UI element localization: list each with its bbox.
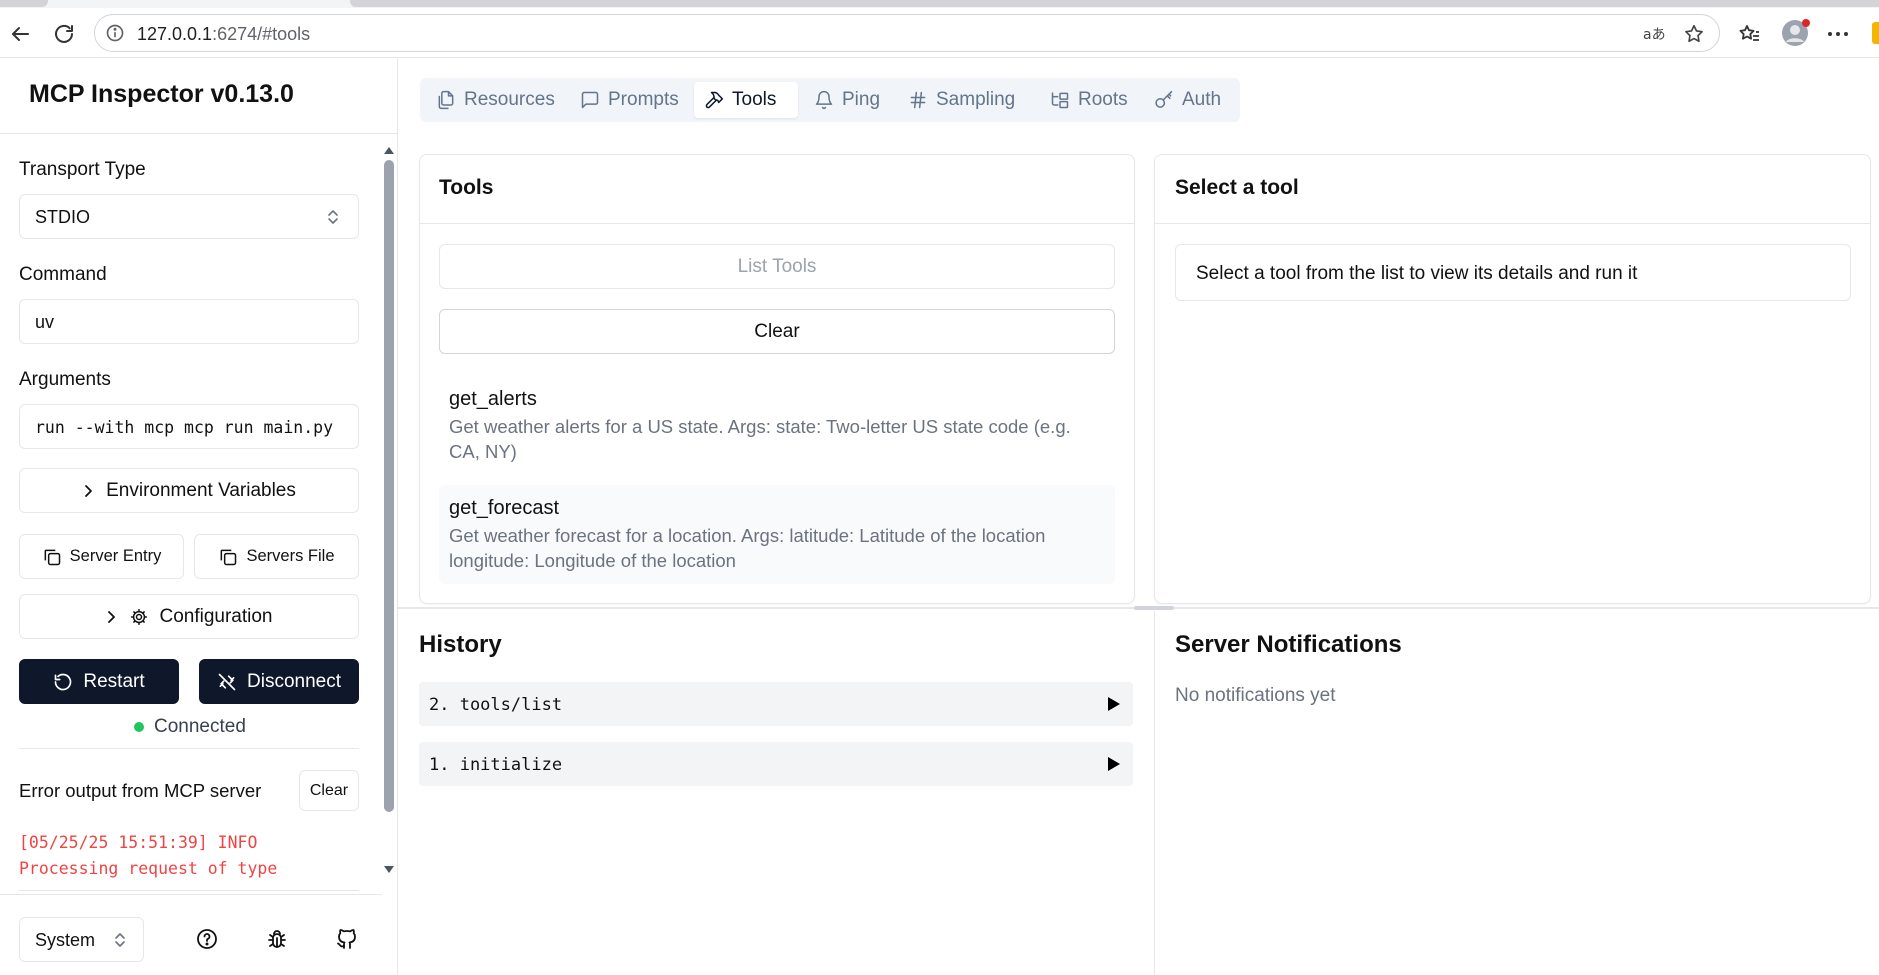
tools-card-title: Tools [439,176,494,199]
status-dot [134,722,144,732]
url-text: 127.0.0.1:6274/#tools [137,24,311,44]
tool-detail-message-box: Select a tool from the list to view its … [1175,244,1851,301]
svg-text:aあ: aあ [1643,27,1665,43]
tool-description: Get weather forecast for a location. Arg… [449,525,1046,571]
error-output-text: [05/25/25 15:51:39] INFO Processing requ… [19,833,278,878]
scroll-up-icon[interactable] [382,144,396,156]
gear-icon [131,608,148,625]
sidebar-divider [19,748,359,749]
sidebar-header: MCP Inspector v0.13.0 [0,58,397,134]
restart-button[interactable]: Restart [19,659,179,704]
error-output-label: Error output from MCP server [19,780,262,801]
tab-ping[interactable]: Ping [804,82,890,118]
message-square-icon [581,91,599,109]
transport-type-select[interactable]: STDIO [19,194,359,239]
tool-name: get_forecast [449,497,560,519]
reload-icon[interactable] [50,20,78,48]
app-title: MCP Inspector v0.13.0 [29,80,294,108]
tool-list-item[interactable]: get_forecast Get weather forecast for a … [439,485,1115,584]
help-circle-icon[interactable] [195,927,219,951]
tool-detail-title: Select a tool [1175,176,1299,199]
tab-auth[interactable]: Auth [1144,82,1231,118]
card-divider [420,223,1134,224]
list-tools-button[interactable]: List Tools [439,244,1115,289]
github-icon[interactable] [335,927,359,951]
bug-icon[interactable] [265,927,289,951]
notifications-empty-text: No notifications yet [1175,685,1336,706]
browser-tab[interactable] [0,0,48,7]
transport-type-label: Transport Type [19,159,146,180]
arguments-input[interactable]: run --with mcp mcp run main.py [19,404,359,449]
tab-resources[interactable]: Resources [426,82,565,118]
more-options-icon[interactable] [1826,24,1850,44]
scroll-down-icon[interactable] [382,864,396,876]
extension-icon[interactable] [1872,22,1879,44]
chevrons-up-down-icon [113,931,127,949]
command-label: Command [19,264,107,285]
files-icon [438,90,454,110]
sidebar-scrollbar[interactable] [382,140,396,880]
expand-arrow-icon[interactable] [1107,696,1121,712]
arguments-label: Arguments [19,369,111,390]
tool-detail-message: Select a tool from the list to view its … [1196,263,1638,284]
tool-description: Get weather alerts for a US state. Args:… [449,416,1071,462]
chevron-right-icon [108,610,116,623]
card-divider [1155,223,1870,224]
favorites-icon[interactable] [1737,22,1761,46]
configuration-button[interactable]: Configuration [19,594,359,639]
history-title: History [419,631,502,658]
sidebar-footer-divider [0,894,382,895]
chevrons-up-down-icon [326,208,340,226]
history-item[interactable]: 2. tools/list [419,682,1133,726]
history-item[interactable]: 1. initialize [419,742,1133,786]
copy-icon [221,549,237,565]
sidebar-divider [19,890,359,891]
chevron-right-icon [85,484,93,497]
hash-icon [910,91,926,109]
clear-error-button[interactable]: Clear [299,770,359,811]
browser-tab-bar [350,0,1879,7]
browser-tab-strip [0,0,1879,8]
connection-status: Connected [134,716,246,738]
disconnect-button[interactable]: Disconnect [199,659,359,704]
copy-icon [44,549,60,565]
server-entry-button[interactable]: Server Entry [19,534,184,579]
tab-prompts[interactable]: Prompts [570,82,689,118]
folder-tree-icon [1051,92,1069,109]
site-info-icon[interactable] [105,23,125,43]
environment-variables-button[interactable]: Environment Variables [19,468,359,513]
main-tabs: Resources Prompts Tools Ping Sampling Ro… [420,78,1240,122]
theme-select[interactable]: System [19,917,144,962]
browser-toolbar: 127.0.0.1:6274/#tools aあ [0,8,1879,58]
scrollbar-thumb[interactable] [384,160,394,812]
notifications-title: Server Notifications [1175,631,1402,658]
tool-list-item[interactable]: get_alerts Get weather alerts for a US s… [439,378,1115,468]
hammer-icon [705,91,724,109]
bottom-panel-divider [1154,609,1155,975]
unplug-icon [218,673,236,690]
bell-icon [815,90,833,110]
translate-icon[interactable]: aあ [1643,24,1665,44]
back-icon[interactable] [6,20,34,48]
tool-detail-card [1154,154,1871,604]
servers-file-button[interactable]: Servers File [194,534,359,579]
tab-sampling[interactable]: Sampling [898,82,1025,118]
tab-tools[interactable]: Tools [694,82,798,118]
expand-arrow-icon[interactable] [1107,756,1121,772]
address-bar[interactable]: 127.0.0.1:6274/#tools aあ [94,14,1720,52]
profile-avatar[interactable] [1780,18,1810,48]
tab-roots[interactable]: Roots [1040,82,1138,118]
favorite-star-icon[interactable] [1683,23,1705,45]
rotate-ccw-icon [55,673,72,690]
command-input[interactable]: uv [19,299,359,344]
tool-name: get_alerts [449,388,537,410]
key-icon [1155,90,1173,108]
clear-tools-button[interactable]: Clear [439,309,1115,354]
